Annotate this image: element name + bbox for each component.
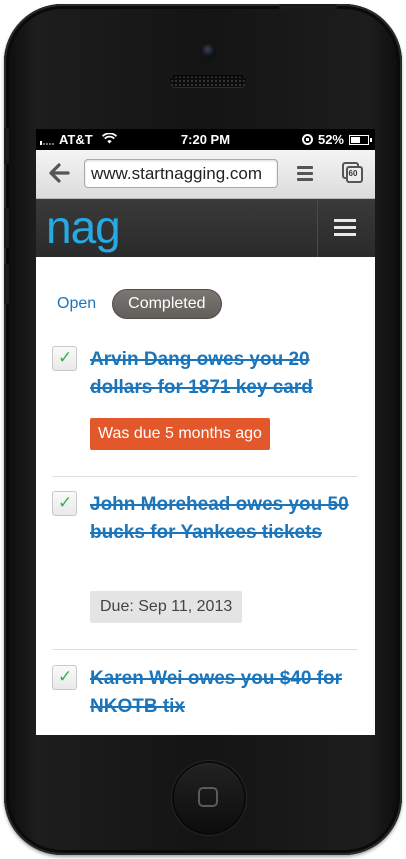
rotation-lock-icon bbox=[301, 134, 313, 145]
hamburger-menu-icon[interactable] bbox=[334, 219, 356, 240]
browser-menu-icon[interactable] bbox=[297, 166, 313, 184]
url-field[interactable]: www.startnagging.com bbox=[84, 159, 278, 188]
tab-count: 60 bbox=[348, 169, 358, 178]
phone-screen: AT&T 7:20 PM 52% www.startnagging.com 60 bbox=[36, 129, 375, 735]
checkmark-icon: ✓ bbox=[58, 667, 73, 686]
volume-down-button bbox=[4, 264, 9, 304]
nag-title[interactable]: Arvin Dang owes you 20 dollars for 1871 … bbox=[90, 346, 360, 402]
checkmark-icon: ✓ bbox=[58, 348, 73, 367]
tabs-icon[interactable]: 60 bbox=[342, 162, 364, 184]
home-button[interactable] bbox=[172, 761, 246, 835]
nag-logo[interactable]: nag bbox=[46, 199, 121, 255]
front-camera bbox=[202, 44, 216, 58]
back-arrow-icon[interactable] bbox=[48, 161, 70, 185]
complete-checkbox[interactable]: ✓ bbox=[52, 346, 77, 371]
browser-toolbar: www.startnagging.com 60 bbox=[36, 150, 375, 199]
home-square-icon bbox=[198, 787, 218, 807]
earpiece-speaker bbox=[170, 75, 246, 87]
tab-completed[interactable]: Completed bbox=[112, 289, 222, 319]
complete-checkbox[interactable]: ✓ bbox=[52, 491, 77, 516]
tab-open[interactable]: Open bbox=[57, 295, 96, 313]
app-header: nag bbox=[36, 199, 375, 257]
status-bar: AT&T 7:20 PM 52% bbox=[36, 129, 375, 150]
battery-percent: 52% bbox=[317, 132, 344, 147]
overdue-badge: Was due 5 months ago bbox=[90, 418, 270, 450]
nag-title[interactable]: John Morehead owes you 50 bucks for Yank… bbox=[90, 491, 360, 547]
battery-icon bbox=[349, 134, 372, 145]
due-date-badge: Due: Sep 11, 2013 bbox=[90, 591, 243, 623]
mute-switch bbox=[4, 128, 9, 164]
power-button bbox=[279, 4, 337, 10]
checkmark-icon: ✓ bbox=[58, 493, 73, 512]
filter-tabs: Open Completed bbox=[57, 289, 222, 319]
volume-up-button bbox=[4, 208, 9, 248]
nag-title[interactable]: Karen Wei owes you $40 for NKOTB tix bbox=[90, 665, 360, 721]
complete-checkbox[interactable]: ✓ bbox=[52, 665, 77, 690]
divider bbox=[52, 476, 357, 477]
divider bbox=[52, 649, 357, 650]
header-divider bbox=[317, 199, 318, 257]
